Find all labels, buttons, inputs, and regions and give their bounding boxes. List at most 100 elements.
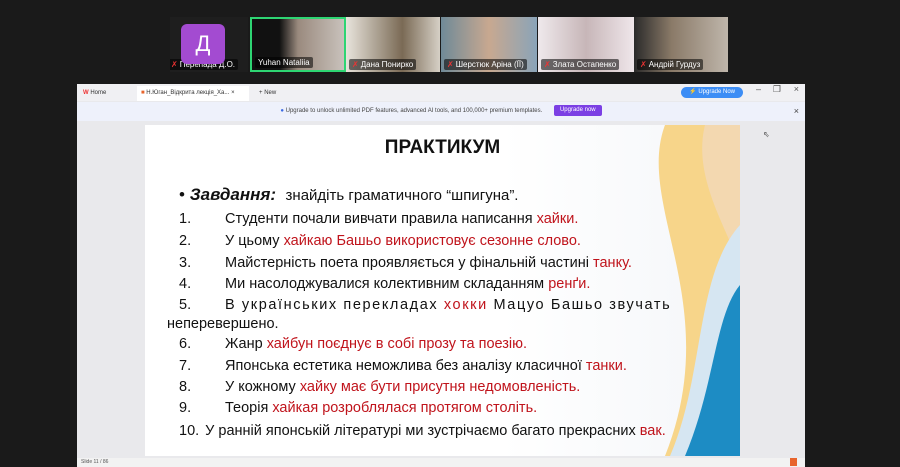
highlighted-word: хайкаю — [283, 233, 333, 249]
item-text-end: . — [574, 211, 579, 227]
item-text-end: Мацуо Башьо звучать — [487, 297, 672, 313]
exercise-item: 4. Ми насолоджувалися колективним складан… — [179, 276, 590, 292]
participant-name: Андрій Гурдуз — [648, 60, 701, 69]
item-number: 4. — [179, 276, 192, 292]
item-text: У ранній японській літературі ми зустріч… — [205, 423, 640, 439]
tab-label: Н.Юган_Відкрита лекція_Ха... — [146, 90, 230, 96]
item-text: У цьому — [225, 233, 284, 249]
upgrade-banner: ● Upgrade to unlock unlimited PDF featur… — [77, 102, 805, 121]
minimize-button[interactable]: – — [756, 84, 761, 94]
item-text: В українських перекладах — [225, 297, 444, 313]
exercise-item: 5. В українських перекладах хокки Мацуо Б… — [179, 297, 671, 313]
lightning-icon: ⚡ — [689, 89, 697, 95]
participant-tile[interactable]: ✗ Андрій Гурдуз — [634, 17, 728, 72]
item-text: Ми насолоджувалися колективним складання… — [225, 276, 549, 292]
status-bar: Slide 11 / 86 — [77, 458, 805, 467]
tab-home[interactable]: W Home — [79, 86, 135, 101]
avatar: Д — [181, 24, 225, 64]
item-number: 2. — [179, 233, 192, 249]
tab-document[interactable]: ■ Н.Юган_Відкрита лекція_Ха... × — [137, 86, 249, 101]
task-text: знайдіть граматичного “шпигуна”. — [285, 187, 519, 204]
exercise-item: 2. У цьому хайкаю Башьо використовує сезо… — [179, 233, 581, 249]
exercise-item: 10. У ранній японській літературі ми зуст… — [179, 423, 666, 439]
slide: ПРАКТИКУМ • Завдання: знайдіть граматичн… — [145, 125, 740, 456]
exercise-item: 6. Жанр хайбун поєднує в собі прозу та по… — [179, 336, 527, 352]
mic-muted-icon: ✗ — [171, 60, 178, 69]
item-text: Студенти почали вивчати правила написанн… — [225, 211, 537, 227]
highlighted-word: хайкая — [272, 400, 319, 416]
ppt-status-icon[interactable] — [790, 458, 797, 466]
highlighted-word: хайбун — [266, 336, 314, 352]
exercise-item: 7. Японська естетика неможлива без аналіз… — [179, 358, 627, 374]
tab-bar: W Home ■ Н.Юган_Відкрита лекція_Ха... × … — [77, 84, 805, 101]
pdf-viewer-window: W Home ■ Н.Юган_Відкрита лекція_Ха... × … — [77, 84, 805, 467]
mouse-cursor-icon: ⇖ — [763, 130, 770, 139]
upgrade-now-banner-button[interactable]: Upgrade now — [553, 104, 602, 116]
item-text: Теорія — [225, 400, 273, 416]
exercise-item: 1. Студенти почали вивчати правила написа… — [179, 211, 578, 227]
highlighted-word: танку — [593, 255, 628, 271]
item-text-end: . — [586, 276, 591, 292]
mic-muted-icon: ✗ — [544, 60, 551, 69]
exercise-item: 3. Майстерність поета проявляється у фіна… — [179, 255, 632, 271]
tab-label: Home — [90, 90, 107, 96]
close-banner-icon[interactable]: × — [794, 102, 799, 121]
highlighted-word: танки — [585, 358, 623, 374]
wps-logo-icon: W — [83, 90, 89, 96]
plus-icon: + — [259, 90, 263, 96]
participant-name: Шерстюк Аріна (ЇЇ) — [455, 60, 524, 69]
highlighted-word: ренґи — [548, 276, 587, 292]
highlighted-word: хокки — [443, 297, 488, 313]
item-number: 8. — [179, 379, 192, 395]
participant-tile[interactable]: ✗ Злата Остапенко — [538, 17, 634, 72]
slide-title: ПРАКТИКУМ — [384, 137, 501, 158]
item-text: Майстерність поета проявляється у фіналь… — [225, 255, 594, 271]
item-text: Японська естетика неможлива без аналізу … — [225, 358, 586, 374]
banner-text: Upgrade to unlock unlimited PDF features… — [285, 108, 543, 114]
tab-label: New — [264, 90, 277, 96]
slide-decoration — [658, 125, 740, 456]
item-text-end: має бути присутня недомовленість. — [336, 379, 581, 395]
button-label: Upgrade Now — [698, 89, 735, 95]
item-text-end: . — [661, 423, 666, 439]
item-text: Жанр — [225, 336, 267, 352]
info-icon: ● — [280, 108, 284, 114]
item-text-end: Башьо використовує сезонне слово. — [332, 233, 581, 249]
item-number: 7. — [179, 358, 192, 374]
item-text-end: . — [622, 358, 627, 374]
close-icon[interactable]: × — [231, 90, 235, 96]
participant-name: Дана Понирко — [360, 60, 414, 69]
item-number: 5. — [179, 297, 192, 313]
exercise-item: 9. Теорія хайкая розроблялася протягом ст… — [179, 400, 537, 416]
upgrade-now-button[interactable]: ⚡ Upgrade Now — [681, 87, 743, 98]
mic-muted-icon: ✗ — [640, 60, 647, 69]
item-text-end: поєднує в собі прозу та поезію. — [313, 336, 528, 352]
close-window-button[interactable]: × — [794, 84, 799, 94]
item-text-end: розроблялася протягом століть. — [318, 400, 538, 416]
participant-tile[interactable]: ✗ Дана Понирко — [346, 17, 440, 72]
item-number: 6. — [179, 336, 192, 352]
exercise-item-continuation: неперевершено. — [167, 316, 279, 332]
item-number: 9. — [179, 400, 192, 416]
new-tab-button[interactable]: + New — [255, 86, 276, 101]
item-text: У кожному — [225, 379, 300, 395]
participant-tile-active[interactable]: Yuhan Nataliia — [250, 17, 346, 72]
ppt-icon: ■ — [141, 90, 145, 96]
item-number: 3. — [179, 255, 192, 271]
item-number: 10. — [179, 423, 200, 439]
participant-name: Злата Остапенко — [552, 60, 617, 69]
item-number: 1. — [179, 211, 192, 227]
task-label: Завдання: — [189, 185, 277, 204]
mic-muted-icon: ✗ — [352, 60, 359, 69]
restore-button[interactable]: ❐ — [773, 84, 781, 95]
participant-tile[interactable]: ✗ Шерстюк Аріна (ЇЇ) — [441, 17, 537, 72]
highlighted-word: хайки — [536, 211, 575, 227]
exercise-item: 8. У кожному хайку має бути присутня недо… — [179, 379, 580, 395]
highlighted-word: хайку — [299, 379, 337, 395]
mic-muted-icon: ✗ — [447, 60, 454, 69]
slide-counter: Slide 11 / 86 — [81, 459, 109, 465]
highlighted-word: вак — [639, 423, 662, 439]
participant-name: Yuhan Nataliia — [255, 57, 313, 68]
item-text-end: . — [627, 255, 632, 271]
task-line: • Завдання: знайдіть граматичного “шпигу… — [179, 185, 519, 204]
